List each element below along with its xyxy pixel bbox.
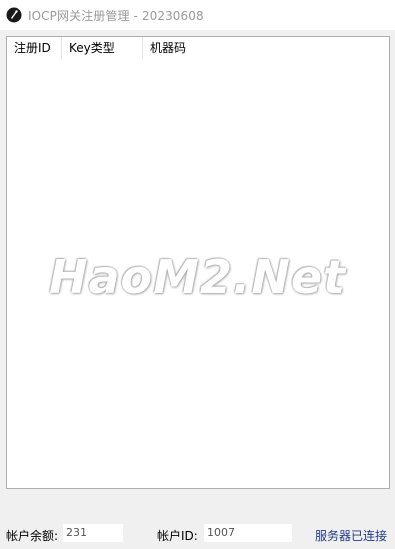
column-header-reg-id[interactable]: 注册ID <box>7 37 62 59</box>
registration-list[interactable]: 注册ID Key类型 机器码 <box>6 36 390 489</box>
column-header-key-type[interactable]: Key类型 <box>62 37 143 59</box>
window-title: IOCP网关注册管理 - 20230608 <box>28 8 204 23</box>
status-bar: 帐户余额: 231 帐户ID: 1007 服务器已连接 <box>0 519 395 549</box>
account-id-label: 帐户ID: <box>157 529 198 543</box>
list-header: 注册ID Key类型 机器码 <box>7 37 389 59</box>
connection-status: 服务器已连接 <box>315 529 388 543</box>
balance-label: 帐户余额: <box>6 529 59 543</box>
account-id-field[interactable]: 1007 <box>204 524 292 542</box>
balance-field[interactable]: 231 <box>63 524 123 542</box>
app-icon <box>6 7 22 23</box>
column-header-machine-code[interactable]: 机器码 <box>143 37 263 59</box>
title-bar: IOCP网关注册管理 - 20230608 <box>0 0 395 30</box>
